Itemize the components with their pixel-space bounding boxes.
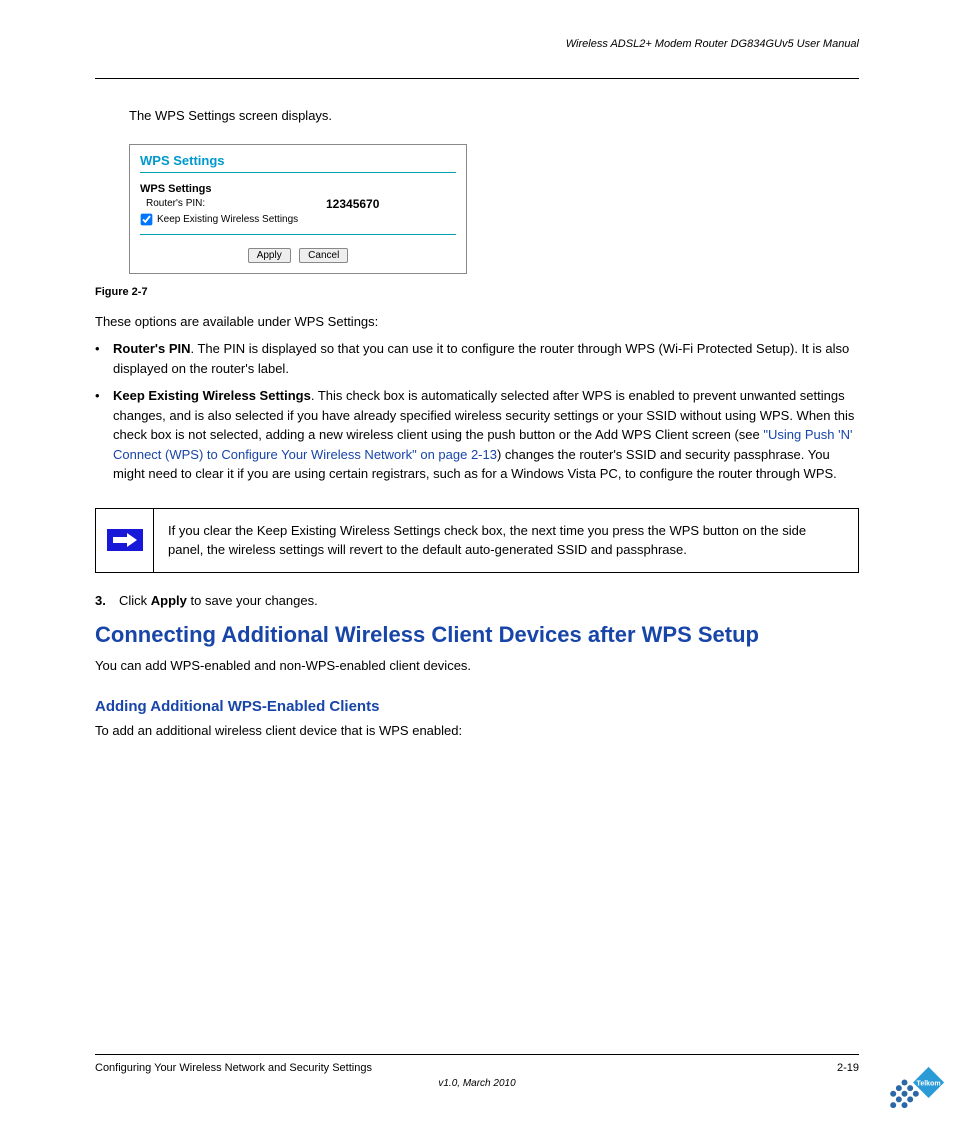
keep-existing-checkbox[interactable]	[141, 213, 153, 225]
bullet-item-keep: • Keep Existing Wireless Settings. This …	[95, 386, 859, 484]
figure-caption: Figure 2-7	[95, 286, 859, 298]
bullet1-bold: Router's PIN	[113, 341, 191, 356]
step-number: 3.	[95, 591, 119, 611]
telkom-logo-icon: Telkom	[878, 1063, 948, 1133]
cancel-button[interactable]: Cancel	[299, 248, 348, 263]
pin-value: 12345670	[326, 197, 379, 211]
settings-intro: These options are available under WPS Se…	[95, 312, 859, 332]
note-text: If you clear the Keep Existing Wireless …	[154, 509, 858, 572]
h2-heading: Connecting Additional Wireless Client De…	[95, 622, 859, 648]
footer-version: v1.0, March 2010	[95, 1078, 859, 1089]
h3-para: To add an additional wireless client dev…	[95, 721, 859, 741]
section-label: WPS Settings	[140, 183, 456, 195]
footer-right: 2-19	[837, 1062, 859, 1074]
divider	[140, 234, 456, 235]
h3-heading: Adding Additional WPS-Enabled Clients	[95, 698, 859, 715]
header-doc-title: Wireless ADSL2+ Modem Router DG834GUv5 U…	[566, 38, 859, 50]
step3-lead: Click	[119, 593, 151, 608]
apply-button[interactable]: Apply	[248, 248, 291, 263]
keep-existing-label: Keep Existing Wireless Settings	[157, 214, 298, 225]
bullet-item-pin: • Router's PIN. The PIN is displayed so …	[95, 339, 859, 378]
step3-tail: to save your changes.	[187, 593, 318, 608]
dialog-title: WPS Settings	[140, 153, 456, 168]
h2-para: You can add WPS-enabled and non-WPS-enab…	[95, 656, 859, 676]
intro-paragraph: The WPS Settings screen displays.	[129, 106, 859, 126]
footer-rule	[95, 1054, 859, 1055]
svg-text:Telkom: Telkom	[917, 1080, 941, 1087]
divider	[140, 172, 456, 173]
note-arrow-icon	[105, 527, 145, 553]
footer-left: Configuring Your Wireless Network and Se…	[95, 1062, 372, 1074]
bullet2-bold: Keep Existing Wireless Settings	[113, 388, 311, 403]
bullet1-text: . The PIN is displayed so that you can u…	[113, 341, 849, 376]
wps-settings-dialog: WPS Settings WPS Settings Router's PIN: …	[129, 144, 467, 274]
note-callout: If you clear the Keep Existing Wireless …	[95, 508, 859, 573]
pin-label: Router's PIN:	[146, 198, 326, 209]
step3-bold: Apply	[151, 593, 187, 608]
header-rule	[95, 78, 859, 79]
